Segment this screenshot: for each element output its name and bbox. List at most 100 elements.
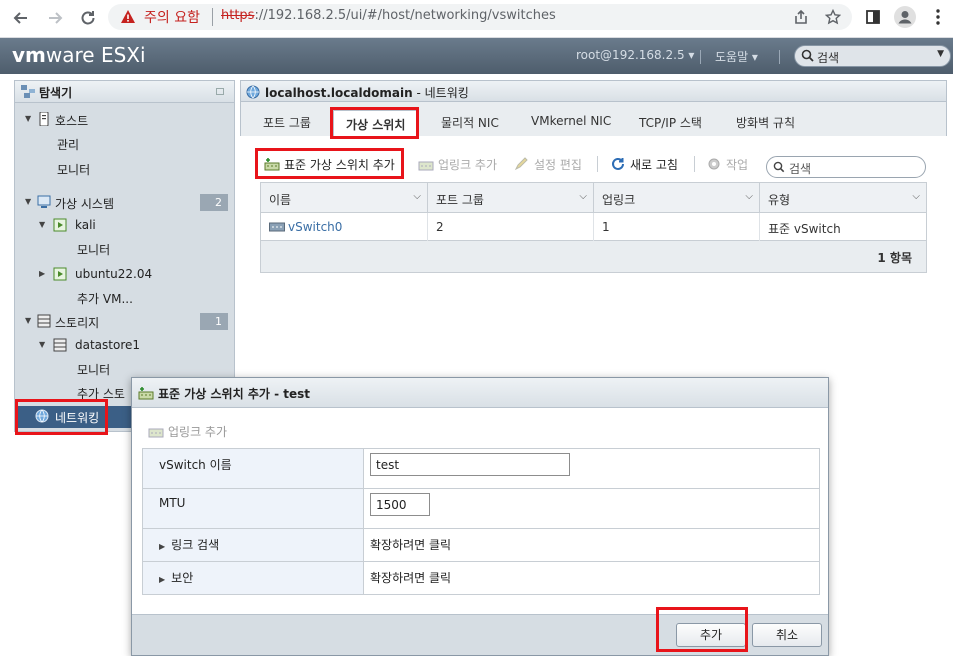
chevron-down-icon: ⌵ xyxy=(413,191,421,202)
item-count: 1 항목 xyxy=(877,251,912,265)
storage-icon xyxy=(37,314,51,328)
navigator-icon xyxy=(21,85,35,98)
vswitch-search-input[interactable]: 검색 xyxy=(766,156,926,178)
search-icon xyxy=(773,161,785,173)
uplink-icon xyxy=(418,161,434,171)
search-icon xyxy=(801,49,814,62)
warning-icon xyxy=(121,10,135,23)
security-expand-text[interactable]: 확장하려면 클릭 xyxy=(370,569,451,586)
chevron-down-icon: ⌵ xyxy=(745,191,753,202)
table-row[interactable]: vSwitch0 2 1 표준 vSwitch xyxy=(261,213,926,241)
chevron-down-icon: ▼ xyxy=(937,49,944,59)
page-title: localhost.localdomain - 네트워킹 xyxy=(265,86,469,100)
nav-item-kali-monitor[interactable]: 모니터 xyxy=(15,238,234,260)
main-panel-header: localhost.localdomain - 네트워킹 xyxy=(240,80,947,102)
tab-vmkernel-nics[interactable]: VMkernel NIC xyxy=(531,114,611,128)
side-panel-icon[interactable] xyxy=(862,6,884,28)
vm-count-badge: 2 xyxy=(200,194,228,211)
highlight-box xyxy=(656,607,748,652)
expand-arrow-icon[interactable]: ▶ xyxy=(159,542,165,551)
refresh-button[interactable]: 새로 고침 xyxy=(610,156,678,173)
reload-icon[interactable] xyxy=(75,5,101,31)
tab-port-groups[interactable]: 포트 그룹 xyxy=(263,114,311,131)
vm-running-icon xyxy=(53,218,67,232)
add-vswitch-icon xyxy=(138,387,154,400)
link-discovery-expand-text[interactable]: 확장하려면 클릭 xyxy=(370,536,451,553)
expand-arrow-icon[interactable]: ▶ xyxy=(159,575,165,584)
expand-arrow-icon[interactable]: ▼ xyxy=(25,197,31,206)
forward-icon[interactable] xyxy=(42,5,68,31)
dialog-header: 표준 가상 스위치 추가 - test xyxy=(132,378,828,408)
cancel-button[interactable]: 취소 xyxy=(752,623,822,647)
datastore-icon xyxy=(53,338,67,352)
vswitch-name-link[interactable]: vSwitch0 xyxy=(288,220,342,234)
expand-arrow-icon[interactable]: ▶ xyxy=(39,269,45,278)
address-bar[interactable]: 주의 요함 https://192.168.2.5/ui/#/host/netw… xyxy=(108,4,852,30)
networking-globe-icon xyxy=(246,85,260,99)
vswitch-form: vSwitch 이름 MTU ▶링크 검색 확장하려면 클릭 ▶보안 확장하려면… xyxy=(142,448,820,595)
storage-count-badge: 1 xyxy=(200,313,228,330)
highlight-box xyxy=(15,399,108,435)
back-icon[interactable] xyxy=(8,5,34,31)
edit-settings-button[interactable]: 설정 편집 xyxy=(514,156,582,173)
profile-avatar-icon[interactable] xyxy=(894,6,916,28)
esxi-header: vmware ESXi root@192.168.2.5 ▾ 도움말 ▾ 검색 … xyxy=(0,38,953,74)
column-header-port-groups[interactable]: 포트 그룹 ⌵ xyxy=(428,183,594,213)
bookmark-star-icon[interactable] xyxy=(822,6,844,28)
table-header: 이름 ⌵ 포트 그룹 ⌵ 업링크 ⌵ 유형 ⌵ xyxy=(261,183,926,213)
vswitch-name-input[interactable] xyxy=(370,453,570,476)
nav-item-vm-kali[interactable]: ▼ kali xyxy=(15,215,234,237)
expand-arrow-icon[interactable]: ▼ xyxy=(25,316,31,325)
column-header-uplinks[interactable]: 업링크 ⌵ xyxy=(594,183,760,213)
minimize-icon[interactable] xyxy=(216,88,224,95)
security-warning-text[interactable]: 주의 요함 xyxy=(144,7,200,27)
expand-arrow-icon[interactable]: ▼ xyxy=(25,114,31,123)
share-icon[interactable] xyxy=(790,6,812,28)
actions-button[interactable]: 작업 xyxy=(706,156,748,173)
add-uplink-button[interactable]: 업링크 추가 xyxy=(418,156,497,173)
nav-item-storage[interactable]: ▼ 스토리지 1 xyxy=(15,311,234,333)
form-row-security[interactable]: ▶ 보안 확장하려면 클릭 xyxy=(143,562,819,594)
nav-item-virtual-machines[interactable]: ▼ 가상 시스템 2 xyxy=(15,192,234,214)
gear-icon xyxy=(708,158,720,170)
virtual-machine-icon xyxy=(37,195,51,208)
expand-arrow-icon[interactable]: ▼ xyxy=(39,220,45,229)
nav-item-manage[interactable]: 관리 xyxy=(15,133,234,155)
refresh-icon xyxy=(612,157,624,170)
navigator-header: 탐색기 xyxy=(15,81,234,103)
browser-menu-icon[interactable] xyxy=(927,6,949,28)
tab-tcpip-stacks[interactable]: TCP/IP 스택 xyxy=(639,114,702,131)
uplink-icon xyxy=(148,428,164,438)
tab-physical-nics[interactable]: 물리적 NIC xyxy=(441,114,499,131)
column-header-type[interactable]: 유형 ⌵ xyxy=(760,183,926,213)
nav-item-host[interactable]: ▼ 호스트 xyxy=(15,109,234,131)
expand-arrow-icon[interactable]: ▼ xyxy=(39,340,45,349)
mtu-input[interactable] xyxy=(370,493,430,516)
header-search[interactable]: 검색 ▼ xyxy=(794,45,951,67)
chevron-down-icon: ⌵ xyxy=(912,191,920,202)
nav-item-datastore1[interactable]: ▼ datastore1 xyxy=(15,335,234,357)
highlight-box xyxy=(330,107,419,139)
tab-firewall-rules[interactable]: 방화벽 규칙 xyxy=(736,114,795,131)
nav-item-more-vms[interactable]: 추가 VM... xyxy=(15,287,234,309)
help-menu[interactable]: 도움말 ▾ xyxy=(715,48,758,65)
nav-item-monitor[interactable]: 모니터 xyxy=(15,158,234,180)
column-header-name[interactable]: 이름 ⌵ xyxy=(261,183,428,213)
vm-running-icon xyxy=(53,267,67,281)
highlight-box xyxy=(255,148,404,179)
dialog-add-uplink-button[interactable]: 업링크 추가 xyxy=(148,423,227,440)
vswitch-icon xyxy=(269,222,285,232)
chevron-down-icon: ⌵ xyxy=(579,191,587,202)
vmware-esxi-logo: vmware ESXi xyxy=(12,43,146,67)
form-row-mtu: MTU xyxy=(143,489,819,529)
user-menu[interactable]: root@192.168.2.5 ▾ xyxy=(576,48,694,62)
form-row-link-discovery[interactable]: ▶ 링크 검색 확장하려면 클릭 xyxy=(143,529,819,562)
browser-toolbar: 주의 요함 https://192.168.2.5/ui/#/host/netw… xyxy=(0,0,953,38)
form-row-vswitch-name: vSwitch 이름 xyxy=(143,449,819,489)
pencil-icon xyxy=(514,157,528,171)
dialog-title: 표준 가상 스위치 추가 - test xyxy=(158,387,310,401)
host-icon xyxy=(39,112,49,126)
nav-item-vm-ubuntu[interactable]: ▶ ubuntu22.04 xyxy=(15,264,234,286)
vswitch-table: 이름 ⌵ 포트 그룹 ⌵ 업링크 ⌵ 유형 ⌵ vSwitch0 2 1 표준 vSwi… xyxy=(260,182,927,273)
url-text[interactable]: https://192.168.2.5/ui/#/host/networking… xyxy=(221,8,556,23)
